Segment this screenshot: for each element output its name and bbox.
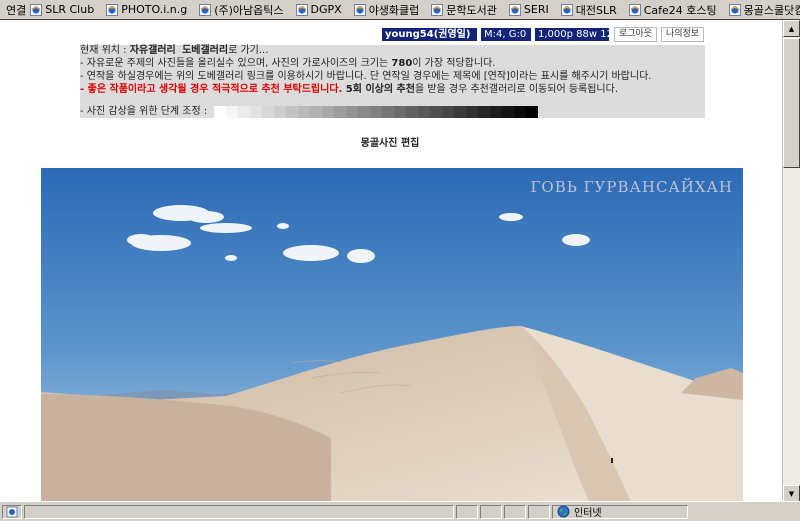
brightness-step[interactable] [298, 106, 310, 118]
brightness-step[interactable] [262, 106, 274, 118]
status-panel-4 [504, 504, 526, 519]
ie-page-icon [431, 3, 444, 16]
brightness-step[interactable] [466, 106, 478, 118]
page-status-icon [2, 504, 22, 519]
earth-globe-icon [557, 505, 570, 518]
brightness-step[interactable] [514, 106, 526, 118]
brightness-step[interactable] [214, 106, 226, 118]
brightness-step[interactable] [238, 106, 250, 118]
brightness-step[interactable] [322, 106, 334, 118]
brightness-step[interactable] [334, 106, 346, 118]
brightness-step-selector[interactable] [214, 106, 538, 118]
ie-page-icon [560, 3, 573, 16]
brightness-step[interactable] [526, 106, 538, 118]
ie-page-icon [353, 3, 366, 16]
ie-page-icon [295, 3, 308, 16]
brightness-step[interactable] [454, 106, 466, 118]
link-wildflower-club[interactable]: 야생화클럽 [353, 2, 419, 18]
brightness-step[interactable] [226, 106, 238, 118]
link-photo-ing[interactable]: PHOTO.i.n.g [106, 3, 187, 16]
user-stats-badge: M:4, G:0 [481, 28, 531, 41]
link-anam-optics[interactable]: (주)아남옵틱스 [199, 2, 284, 18]
scroll-down-arrow-icon[interactable]: ▼ [783, 485, 800, 502]
security-zone-panel: 인터넷 [552, 504, 688, 519]
brightness-step[interactable] [418, 106, 430, 118]
user-name-badge[interactable]: young54(권영일) [382, 28, 477, 41]
status-panel-5 [528, 504, 550, 519]
links-toolbar: 연결 SLR Club PHOTO.i.n.g (주)아남옵틱스 DGPX 야생… [0, 0, 800, 20]
desert-landscape-photo [41, 168, 743, 502]
brightness-step[interactable] [274, 106, 286, 118]
brightness-step[interactable] [310, 106, 322, 118]
my-info-button[interactable]: 나의정보 [661, 27, 704, 42]
link-daejeon-slr[interactable]: 대전SLR [560, 2, 617, 18]
free-gallery-link[interactable]: 자유갤러리 [130, 45, 176, 56]
page-viewport: young54(권영일) M:4, G:0 1,000p 88w 120c 로그… [0, 20, 780, 502]
brightness-step[interactable] [286, 106, 298, 118]
vertical-scrollbar[interactable]: ▲ ▼ [782, 20, 800, 502]
brightness-step[interactable] [370, 106, 382, 118]
brightness-step[interactable] [478, 106, 490, 118]
brightness-step[interactable] [406, 106, 418, 118]
ie-page-icon [508, 3, 521, 16]
brightness-step[interactable] [442, 106, 454, 118]
brightness-step[interactable] [502, 106, 514, 118]
ie-page-icon [106, 3, 119, 16]
status-bar: 인터넷 [0, 501, 800, 521]
photo-watermark: ГОВЬ ГУРВАНСАЙХАН [530, 178, 733, 196]
brightness-step[interactable] [382, 106, 394, 118]
scrollbar-thumb[interactable] [783, 38, 800, 168]
gallery-info-box: 현재 위치 : 자유갤러리 도베갤러리로 가기... - 자유로운 주제의 사진… [80, 45, 705, 118]
location-line: 현재 위치 : 자유갤러리 도베갤러리로 가기... [80, 45, 269, 56]
status-panel-3 [480, 504, 502, 519]
brightness-step[interactable] [358, 106, 370, 118]
brightness-step[interactable] [430, 106, 442, 118]
dobe-gallery-link[interactable]: 도베갤러리 [182, 45, 228, 56]
link-mongol-school[interactable]: 몽골스쿨닷컴 [728, 2, 800, 18]
link-dgpx[interactable]: DGPX [295, 3, 342, 16]
guideline-size: - 자유로운 주제의 사진들을 올리실수 있으며, 사진의 가로사이즈의 크기는… [80, 58, 496, 69]
brightness-adjust-label: - 사진 감상을 위한 단계 조정 : [80, 106, 208, 117]
link-literature-library[interactable]: 문학도서관 [431, 2, 497, 18]
ie-page-icon [199, 3, 212, 16]
ie-page-icon [728, 3, 741, 16]
link-seri[interactable]: SERI [508, 3, 549, 16]
links-label: 연결 [6, 3, 27, 17]
post-title: 몽골사진 편집 [360, 138, 420, 149]
brightness-step[interactable] [394, 106, 406, 118]
guideline-recommend: - 좋은 작품이라고 생각될 경우 적극적으로 추천 부탁드립니다. 5회 이상… [80, 84, 619, 95]
ie-page-icon [30, 3, 43, 16]
user-points-badge: 1,000p 88w 120c [535, 28, 625, 41]
brightness-step[interactable] [250, 106, 262, 118]
status-panel-2 [456, 504, 478, 519]
brightness-step[interactable] [490, 106, 502, 118]
brightness-step[interactable] [346, 106, 358, 118]
post-photo-gobi-dunes: ГОВЬ ГУРВАНСАЙХАН [41, 168, 743, 502]
link-slr-club[interactable]: SLR Club [30, 3, 94, 16]
logout-button[interactable]: 로그아웃 [614, 27, 657, 42]
ie-page-icon [6, 506, 18, 517]
link-cafe24-hosting[interactable]: Cafe24 호스팅 [628, 2, 717, 18]
user-bar: young54(권영일) M:4, G:0 1,000p 88w 120c 로그… [80, 23, 705, 45]
browser-content-area: young54(권영일) M:4, G:0 1,000p 88w 120c 로그… [0, 19, 800, 502]
guideline-series: - 연작을 하실경우에는 위의 도베갤러리 링크를 이용하시기 바랍니다. 단 … [80, 71, 652, 82]
ie-page-icon [628, 3, 641, 16]
scroll-up-arrow-icon[interactable]: ▲ [783, 20, 800, 37]
status-text-panel [24, 504, 454, 519]
